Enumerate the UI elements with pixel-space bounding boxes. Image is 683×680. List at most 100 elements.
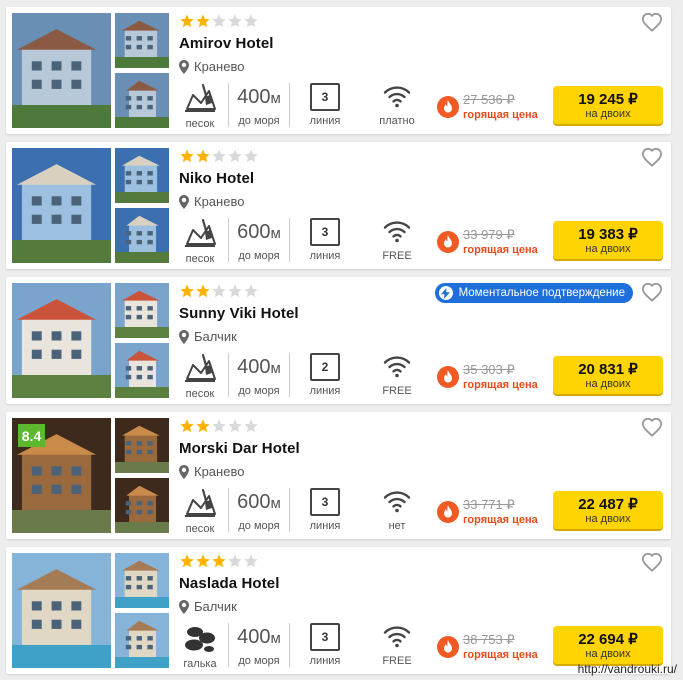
favorite-heart-icon[interactable] [641,282,663,302]
beach-type-label: песок [185,253,215,265]
hotel-thumb-photo[interactable] [115,208,169,263]
favorite-heart-icon[interactable] [641,417,663,437]
hotel-card[interactable]: 8.4 Morski Dar Hotel Кранево песок 600м … [6,412,671,539]
favorite-heart-icon[interactable] [641,552,663,572]
map-pin-icon [179,194,189,209]
hot-price: 27 536 ₽ горящая цена [437,87,538,127]
hotel-thumb-photo[interactable] [115,343,169,398]
distance-value: 600м [237,221,281,243]
price-value: 22 487 ₽ [578,495,638,513]
distance-value: 400м [237,626,281,648]
hotel-features: песок 400м до моря 2 линия FREE [176,353,428,400]
hotel-thumb-photo[interactable] [115,148,169,203]
star-empty-icon [243,148,259,164]
hotel-main-photo[interactable] [12,13,111,128]
flame-icon [437,366,459,388]
star-empty-icon [211,418,227,434]
wifi-icon [383,491,411,513]
watermark: http://vandrouki.ru/ [577,662,677,676]
favorite-heart-icon[interactable] [641,147,663,167]
hotel-thumb-photo[interactable] [115,13,169,68]
hotel-thumb-photo[interactable] [115,613,169,668]
star-filled-icon [179,148,195,164]
hotel-main-photo[interactable]: 8.4 [12,418,111,533]
price-button[interactable]: 19 383 ₽ на двоих [553,221,663,259]
hotel-name[interactable]: Sunny Viki Hotel [179,305,299,322]
distance-label: до моря [238,250,280,262]
hotel-name[interactable]: Naslada Hotel [179,575,280,592]
distance-to-sea: 400м до моря [228,353,290,397]
star-rating [179,283,259,299]
flame-icon [437,231,459,253]
flame-icon [437,636,459,658]
star-filled-icon [179,418,195,434]
hot-price: 33 979 ₽ горящая цена [437,222,538,262]
wifi-label: FREE [382,385,412,397]
hotel-main-photo[interactable] [12,283,111,398]
star-empty-icon [227,13,243,29]
price-sub: на двоих [585,512,631,525]
distance-label: до моря [238,115,280,127]
hotel-location: Кранево [179,59,244,74]
favorite-heart-icon[interactable] [641,12,663,32]
hotel-card[interactable]: Niko Hotel Кранево песок 600м до моря 3 … [6,142,671,269]
sand-beach-icon [183,353,217,388]
beach-line: 3 линия [294,488,356,532]
hotel-thumb-photo[interactable] [115,478,169,533]
price-button[interactable]: 22 694 ₽ на двоих [553,626,663,664]
hotel-name[interactable]: Niko Hotel [179,170,254,187]
star-rating [179,148,259,164]
wifi-label: нет [388,520,406,532]
hotel-location: Балчик [179,329,237,344]
price-button[interactable]: 20 831 ₽ на двоих [553,356,663,394]
wifi-info: FREE [366,353,428,397]
price-button[interactable]: 19 245 ₽ на двоих [553,86,663,124]
hotel-thumb-photo[interactable] [115,283,169,338]
hotel-card[interactable]: Amirov Hotel Кранево песок 400м до моря … [6,7,671,134]
hot-price-label: горящая цена [463,379,538,391]
line-number: 3 [310,218,340,246]
distance-label: до моря [238,520,280,532]
hotel-features: песок 400м до моря 3 линия платно [176,83,428,130]
hotel-thumb-photo[interactable] [115,553,169,608]
hot-price: 35 303 ₽ горящая цена [437,357,538,397]
hotel-thumb-photo[interactable] [115,418,169,473]
map-pin-icon [179,329,189,344]
price-button[interactable]: 22 487 ₽ на двоих [553,491,663,529]
hotel-name[interactable]: Amirov Hotel [179,35,274,52]
wifi-info: FREE [366,218,428,262]
wifi-icon [383,221,411,243]
beach-type-label: галька [183,658,217,670]
location-label: Кранево [194,194,245,209]
map-pin-icon [179,599,189,614]
hotel-features: песок 600м до моря 3 линия FREE [176,218,428,265]
wifi-label: платно [379,115,415,127]
wifi-icon [383,86,411,108]
star-filled-icon [195,553,211,569]
hotel-main-photo[interactable] [12,553,111,668]
star-empty-icon [243,418,259,434]
hotel-thumb-photo[interactable] [115,73,169,128]
beach-line: 2 линия [294,353,356,397]
star-filled-icon [179,553,195,569]
wifi-label: FREE [382,250,412,262]
line-label: линия [309,250,341,262]
hotel-card[interactable]: Sunny Viki Hotel Балчик песок 400м до мо… [6,277,671,404]
line-number: 3 [310,83,340,111]
hotel-features: галька 400м до моря 3 линия FREE [176,623,428,670]
line-label: линия [309,520,341,532]
line-number: 3 [310,488,340,516]
hotel-main-photo[interactable] [12,148,111,263]
star-empty-icon [227,283,243,299]
old-price: 35 303 ₽ [463,362,515,377]
instant-confirmation-label: Моментальное подтверждение [458,287,625,299]
distance-to-sea: 400м до моря [228,623,290,667]
distance-label: до моря [238,655,280,667]
location-label: Кранево [194,59,245,74]
star-empty-icon [211,148,227,164]
hotel-card[interactable]: Naslada Hotel Балчик галька 400м до моря… [6,547,671,674]
hotel-name[interactable]: Morski Dar Hotel [179,440,300,457]
star-empty-icon [243,553,259,569]
hotel-features: песок 600м до моря 3 линия нет [176,488,428,535]
old-price: 38 753 ₽ [463,632,515,647]
